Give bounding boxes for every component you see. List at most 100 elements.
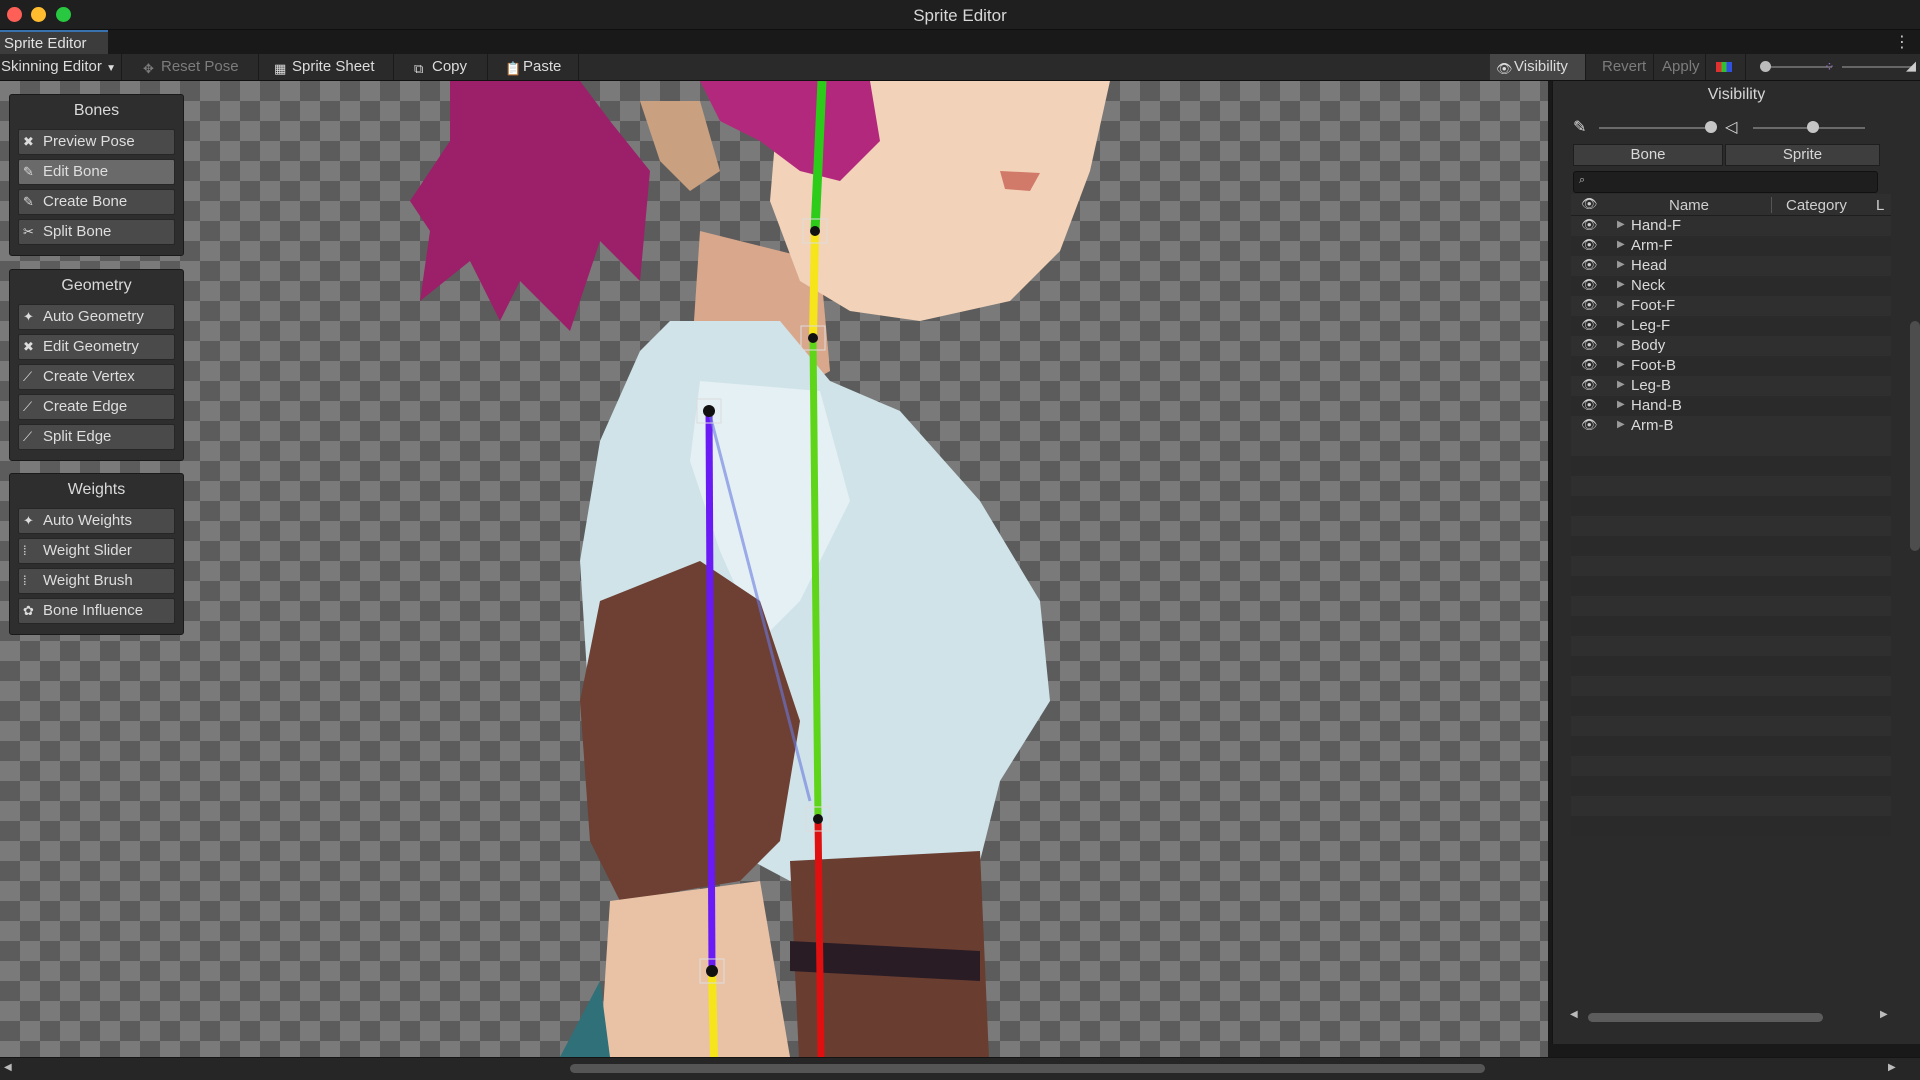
zoom-slider-track[interactable] [1842,66,1912,68]
list-item[interactable]: 👁 ▶ Foot-F [1571,296,1891,316]
auto-geometry-button[interactable]: ✦ Auto Geometry [18,304,175,330]
edit-bone-icon: ✎ [23,164,34,179]
bone-list: 👁 ▶ Hand-F 👁 ▶ Arm-F 👁 ▶ Head 👁 ▶ Neck 👁 ▶ Foot-F … [1571,216,1891,836]
expand-arrow-icon[interactable]: ▶ [1617,399,1625,410]
weight-slider-icon: ⁞ [23,543,27,558]
mesh-opacity-knob[interactable] [1807,121,1819,133]
eye-icon[interactable]: 👁 [1581,237,1598,253]
column-category[interactable]: Category [1786,197,1847,214]
scroll-left-icon[interactable]: ◀ [4,1062,12,1073]
expand-arrow-icon[interactable]: ▶ [1617,379,1625,390]
create-edge-label: Create Edge [43,398,128,415]
vertical-scrollbar[interactable] [1910,321,1920,551]
apply-button[interactable]: Apply [1656,54,1706,80]
bone-influence-label: Bone Influence [43,602,144,619]
scroll-right-icon[interactable]: ▶ [1888,1062,1896,1073]
bone-influence-button[interactable]: ✿ Bone Influence [18,598,175,624]
eye-icon[interactable]: 👁 [1581,257,1598,273]
kebab-menu-icon[interactable]: ⋮ [1894,32,1910,52]
bones-panel-title: Bones [73,102,120,119]
column-extra[interactable]: L [1876,197,1884,214]
sprite-sheet-icon: ▦ [274,61,287,76]
revert-button[interactable]: Revert [1596,54,1654,80]
alpha-slider-track[interactable] [1762,66,1832,68]
list-item[interactable]: 👁 ▶ Hand-F [1571,216,1891,236]
list-item[interactable]: 👁 ▶ Body [1571,336,1891,356]
canvas-horizontal-scrollbar[interactable]: ◀ ▶ [0,1057,1920,1080]
list-item[interactable]: 👁 ▶ Neck [1571,276,1891,296]
list-item[interactable]: 👁 ▶ Head [1571,256,1891,276]
window-title: Sprite Editor [913,6,1007,25]
weight-slider-button[interactable]: ⁞ Weight Slider [18,538,175,564]
row-label: Hand-F [1631,217,1682,234]
list-item[interactable]: 👁 ▶ Hand-B [1571,396,1891,416]
weight-brush-label: Weight Brush [43,572,133,589]
edit-bone-button[interactable]: ✎ Edit Bone [18,159,175,185]
horizontal-scrollbar[interactable]: ◀ ▶ [1568,1009,1898,1025]
expand-arrow-icon[interactable]: ▶ [1617,359,1625,370]
alpha-slider-knob[interactable] [1760,61,1771,72]
paste-button[interactable]: 📋 Paste [499,54,579,80]
eye-icon[interactable]: 👁 [1581,417,1598,433]
expand-arrow-icon[interactable]: ▶ [1617,419,1625,430]
reset-pose-button[interactable]: ✥ Reset Pose [137,54,259,80]
bone-opacity-knob[interactable] [1705,121,1717,133]
weight-brush-button[interactable]: ⁞ Weight Brush [18,568,175,594]
list-item[interactable]: 👁 ▶ Arm-B [1571,416,1891,436]
tab-sprite-editor[interactable]: Sprite Editor [0,30,108,54]
expand-arrow-icon[interactable]: ▶ [1617,299,1625,310]
expand-arrow-icon[interactable]: ▶ [1617,319,1625,330]
scroll-right-icon[interactable]: ▶ [1880,1009,1888,1020]
list-item[interactable]: 👁 ▶ Arm-F [1571,236,1891,256]
row-label: Arm-F [1631,237,1673,254]
geometry-panel-title: Geometry [61,277,132,294]
expand-arrow-icon[interactable]: ▶ [1617,279,1625,290]
mode-dropdown[interactable]: Skinning Editor ▼ [0,54,122,80]
eye-icon[interactable]: 👁 [1581,357,1598,373]
eye-icon[interactable]: 👁 [1581,217,1598,233]
auto-weights-button[interactable]: ✦ Auto Weights [18,508,175,534]
split-bone-button[interactable]: ✂ Split Bone [18,219,175,245]
list-item[interactable]: 👁 ▶ Leg-F [1571,316,1891,336]
split-edge-label: Split Edge [43,428,112,445]
eye-icon[interactable]: 👁 [1581,377,1598,393]
search-input[interactable]: ⌕ [1573,171,1878,193]
expand-arrow-icon[interactable]: ▶ [1617,239,1625,250]
expand-arrow-icon[interactable]: ▶ [1617,259,1625,270]
tab-sprite[interactable]: Sprite [1725,144,1880,166]
sprite-sheet-button[interactable]: ▦ Sprite Sheet [268,54,394,80]
eye-icon[interactable]: 👁 [1581,297,1598,313]
mesh-opacity-icon: ◁ [1725,119,1738,136]
visibility-toggle-button[interactable]: 👁Visibility [1490,54,1586,80]
sprite-canvas[interactable]: Bones ✖ Preview Pose ✎ Edit Bone ✎ Create B… [0,81,1548,1057]
eye-icon[interactable]: 👁 [1581,337,1598,353]
edit-geometry-button[interactable]: ✖ Edit Geometry [18,334,175,360]
editor-toolbar: Skinning Editor ▼ ✥ Reset Pose ▦ Sprite Sh… [0,54,1920,81]
edit-geometry-label: Edit Geometry [43,338,139,355]
tab-bone[interactable]: Bone [1573,144,1723,166]
create-bone-button[interactable]: ✎ Create Bone [18,189,175,215]
eye-icon[interactable]: 👁 [1581,397,1598,413]
list-item[interactable]: 👁 ▶ Leg-B [1571,376,1891,396]
character-artwork [410,81,1110,1057]
bone-opacity-slider[interactable] [1599,127,1711,129]
column-name[interactable]: Name [1669,197,1709,214]
list-item[interactable]: 👁 ▶ Foot-B [1571,356,1891,376]
canvas-scrollbar-thumb[interactable] [570,1064,1485,1073]
eye-icon[interactable]: 👁 [1581,277,1598,293]
chevron-down-icon: ▼ [106,63,116,74]
color-channels-button[interactable] [1710,54,1746,80]
scrollbar-thumb[interactable] [1588,1013,1823,1022]
copy-button[interactable]: ⧉ Copy [408,54,488,80]
expand-arrow-icon[interactable]: ▶ [1617,219,1625,230]
preview-pose-button[interactable]: ✖ Preview Pose [18,129,175,155]
create-vertex-button[interactable]: ⟋ Create Vertex [18,364,175,390]
eye-icon[interactable]: 👁 [1581,317,1598,333]
split-edge-button[interactable]: ⟋ Split Edge [18,424,175,450]
visibility-label: Visibility [1514,58,1568,75]
preview-pose-label: Preview Pose [43,133,135,150]
create-edge-button[interactable]: ⟋ Create Edge [18,394,175,420]
revert-label: Revert [1602,58,1647,75]
scroll-left-icon[interactable]: ◀ [1570,1009,1578,1020]
expand-arrow-icon[interactable]: ▶ [1617,339,1625,350]
